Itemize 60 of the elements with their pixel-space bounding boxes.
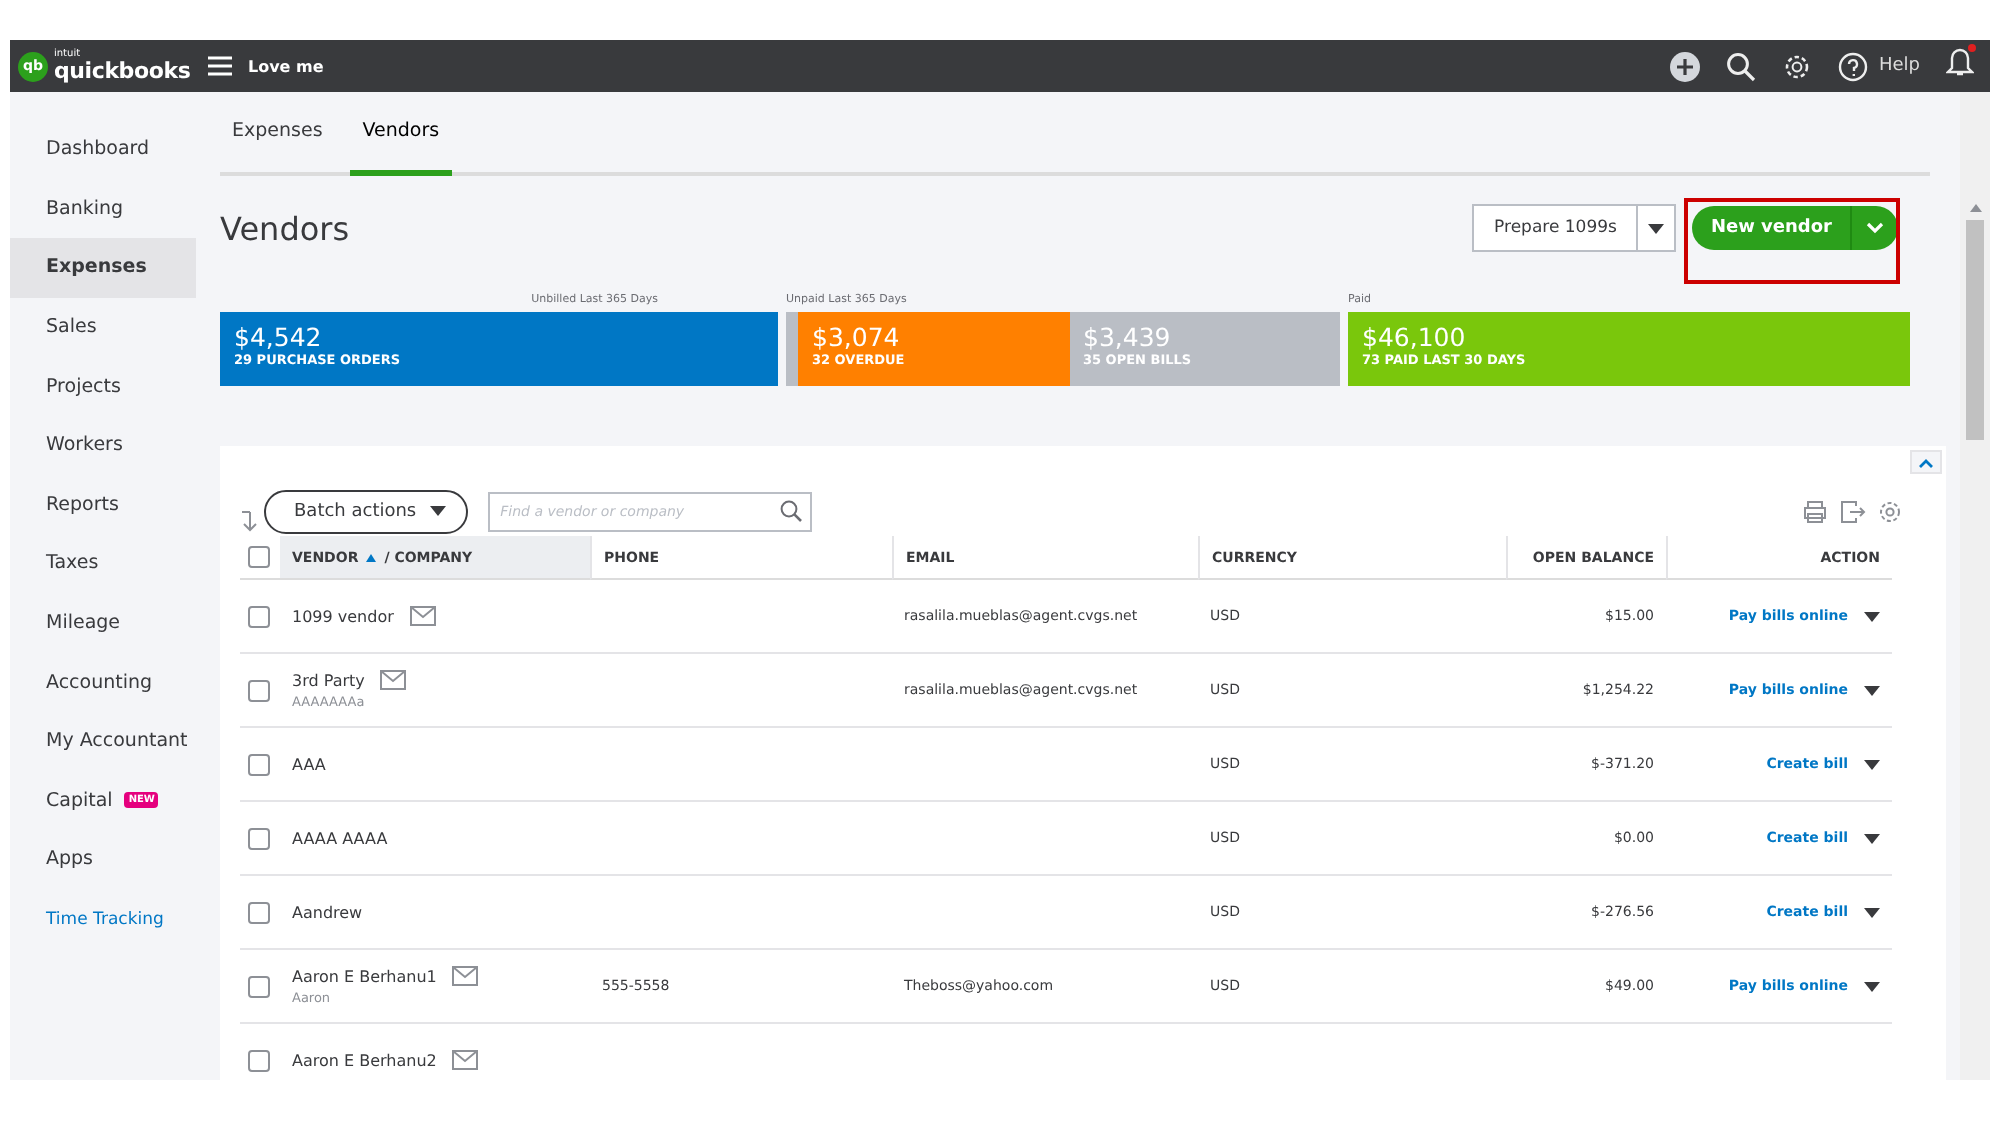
scrollbar-thumb[interactable] [1966, 220, 1984, 440]
row-checkbox[interactable] [248, 753, 270, 775]
row-checkbox[interactable] [248, 679, 270, 701]
sidebar-item[interactable]: Accounting [10, 652, 196, 712]
batch-actions-button[interactable]: Batch actions [264, 489, 469, 533]
vendor-name[interactable]: Aandrew [292, 903, 363, 921]
row-checkbox[interactable] [248, 827, 270, 849]
tab[interactable]: Expenses [220, 92, 335, 176]
vendor-name[interactable]: Aaron E Berhanu2 [292, 1051, 437, 1069]
sidebar-link[interactable]: Time Tracking [10, 889, 196, 949]
sidebar-item[interactable]: Sales [10, 297, 196, 357]
print-icon[interactable] [1802, 499, 1828, 523]
caret-icon [1648, 223, 1665, 233]
dropdown-caret-icon [1864, 759, 1880, 769]
sidebar-item[interactable]: Reports [10, 475, 196, 535]
dropdown-caret-icon [1864, 833, 1880, 843]
sidebar-item[interactable]: Mileage [10, 593, 196, 653]
select-all-checkbox[interactable] [248, 546, 270, 568]
sidebar-item[interactable]: Taxes [10, 534, 196, 594]
chevron-up-icon [1918, 457, 1934, 467]
row-checkbox[interactable] [248, 605, 270, 627]
sidebar-item[interactable]: My Accountant [10, 711, 196, 772]
sidebar-item[interactable]: Apps [10, 830, 196, 890]
sidebar-item[interactable]: Expenses [10, 238, 196, 298]
sidebar-item[interactable]: Projects [10, 356, 196, 416]
dropdown-caret-icon [1864, 981, 1880, 991]
dropdown-caret-icon [1864, 685, 1880, 695]
search-icon [780, 499, 803, 521]
export-icon[interactable] [1840, 499, 1866, 523]
sidebar-item[interactable]: Dashboard [10, 120, 196, 180]
vendor-name[interactable]: AAA [292, 755, 326, 773]
help-label[interactable]: Help [1878, 56, 1920, 76]
collapse-button[interactable] [1910, 450, 1942, 474]
search-icon[interactable] [1726, 51, 1757, 81]
chevron-down-icon [1866, 222, 1884, 234]
help-icon[interactable] [1838, 51, 1869, 81]
settings-icon[interactable] [1782, 51, 1813, 81]
dropdown-caret-icon [1864, 907, 1880, 917]
vendor-name[interactable]: 1099 vendor [292, 607, 394, 625]
logo-text: quickbooks [54, 60, 191, 82]
new-vendor-dropdown-button[interactable] [1850, 206, 1898, 250]
caret-icon [430, 506, 447, 516]
sidebar-item[interactable]: Banking [10, 179, 196, 239]
tab[interactable]: Vendors [350, 92, 452, 176]
vendor-name[interactable]: AAAA AAAA [292, 829, 388, 847]
sort-up-icon [366, 553, 377, 561]
vendor-name[interactable]: Aaron E Berhanu1 [292, 967, 437, 985]
plus-icon[interactable] [1670, 51, 1701, 81]
row-checkbox[interactable] [248, 975, 270, 997]
row-checkbox[interactable] [248, 1049, 270, 1071]
menu-icon[interactable] [208, 56, 232, 76]
bell-icon[interactable] [1946, 46, 1974, 78]
company-name: Love me [248, 57, 324, 75]
vendor-name[interactable]: 3rd Party [292, 671, 365, 689]
sort-arrow-icon[interactable] [240, 510, 258, 532]
page-title: Vendors [220, 209, 352, 247]
scroll-up-icon[interactable] [1969, 204, 1981, 212]
sidebar-item[interactable]: Workers [10, 415, 196, 476]
dropdown-caret-icon [1864, 611, 1880, 621]
row-checkbox[interactable] [248, 901, 270, 923]
